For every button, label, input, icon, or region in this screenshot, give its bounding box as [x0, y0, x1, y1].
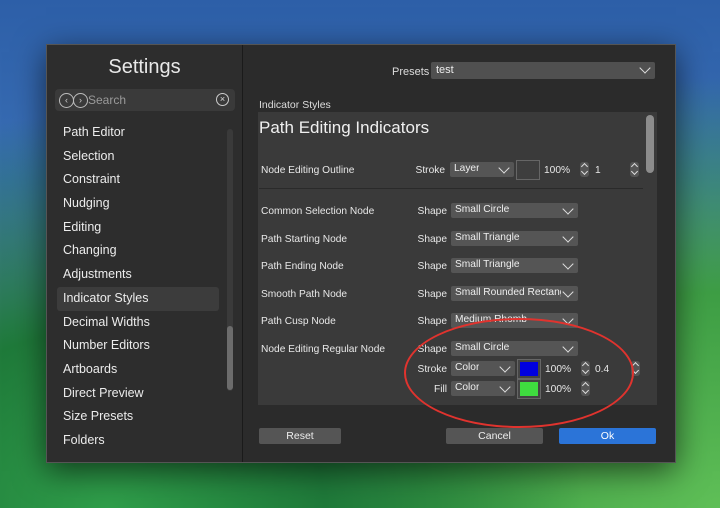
search-placeholder: Search — [88, 93, 127, 107]
cancel-button[interactable]: Cancel — [446, 428, 543, 444]
end-shape-label: Shape — [417, 261, 447, 272]
clear-search-icon[interactable]: × — [216, 93, 229, 106]
back-arrow-icon[interactable]: ‹ — [59, 93, 74, 108]
sidebar-item-path-editor[interactable]: Path Editor — [57, 121, 219, 145]
chevron-down-icon — [562, 231, 574, 243]
sidebar-item-editing[interactable]: Editing — [57, 216, 219, 240]
outline-stroke-label: Stroke — [415, 165, 445, 176]
sidebar-scroll-thumb[interactable] — [227, 326, 233, 390]
sidebar-item-decimal-widths[interactable]: Decimal Widths — [57, 311, 219, 335]
outline-opacity-stepper[interactable] — [580, 162, 589, 177]
presets-dropdown[interactable]: test — [431, 62, 655, 79]
common-shape-value: Small Circle — [455, 204, 510, 215]
common-shape-label: Shape — [417, 206, 447, 217]
sidebar-item-folders[interactable]: Folders — [57, 429, 219, 453]
panel-scrollbar[interactable] — [646, 115, 654, 173]
row-label-regular: Node Editing Regular Node — [261, 344, 386, 355]
chevron-down-icon — [498, 162, 510, 174]
sidebar-item-indicator-styles[interactable]: Indicator Styles — [57, 286, 219, 311]
sidebar-item-size-presets[interactable]: Size Presets — [57, 405, 219, 429]
ok-button[interactable]: Ok — [559, 428, 656, 444]
reset-button[interactable]: Reset — [259, 428, 341, 444]
sidebar-item-changing[interactable]: Changing — [57, 239, 219, 263]
row-label-outline: Node Editing Outline — [261, 165, 355, 176]
smooth-shape-value: Small Rounded Rectangle — [455, 287, 561, 298]
row-label-end: Path Ending Node — [261, 261, 344, 272]
chevron-down-icon — [562, 258, 574, 270]
sidebar-item-direct-preview[interactable]: Direct Preview — [57, 382, 219, 406]
outline-width-stepper[interactable] — [630, 162, 639, 177]
smooth-shape-dropdown[interactable]: Small Rounded Rectangle — [451, 286, 578, 301]
sidebar-title: Settings — [108, 56, 181, 78]
presets-label: Presets — [392, 66, 430, 78]
sidebar-item-number-editors[interactable]: Number Editors — [57, 334, 219, 358]
row-label-common: Common Selection Node — [261, 206, 375, 217]
outline-stroke-value: Layer — [454, 163, 480, 174]
presets-value: test — [436, 64, 454, 76]
outline-color-swatch[interactable] — [516, 160, 540, 180]
category-list: Path Editor Selection Constraint Nudging… — [57, 121, 219, 457]
smooth-shape-label: Shape — [417, 289, 447, 300]
chevron-down-icon — [562, 203, 574, 215]
sidebar-item-adjustments[interactable]: Adjustments — [57, 263, 219, 287]
cusp-shape-label: Shape — [417, 316, 447, 327]
chevron-down-icon — [639, 62, 651, 74]
common-shape-dropdown[interactable]: Small Circle — [451, 203, 578, 218]
sidebar-scrollbar[interactable] — [227, 129, 233, 391]
end-shape-value: Small Triangle — [455, 259, 520, 270]
sidebar-item-constraint[interactable]: Constraint — [57, 168, 219, 192]
panel-title: Path Editing Indicators — [259, 118, 430, 137]
outline-opacity: 100% — [544, 165, 571, 176]
end-shape-dropdown[interactable]: Small Triangle — [451, 258, 578, 273]
sidebar: Settings ‹ › Search × Path Editor Select… — [47, 45, 243, 462]
start-shape-value: Small Triangle — [455, 232, 520, 243]
divider — [259, 188, 643, 189]
row-label-cusp: Path Cusp Node — [261, 316, 336, 327]
chevron-down-icon — [562, 286, 574, 298]
sidebar-item-nudging[interactable]: Nudging — [57, 192, 219, 216]
search-field[interactable]: ‹ › Search × — [55, 89, 235, 111]
sidebar-item-selection[interactable]: Selection — [57, 145, 219, 169]
start-shape-label: Shape — [417, 234, 447, 245]
sidebar-item-artboards[interactable]: Artboards — [57, 358, 219, 382]
row-label-smooth: Smooth Path Node — [261, 289, 348, 300]
section-label: Indicator Styles — [259, 99, 331, 111]
highlight-ellipse — [404, 318, 634, 428]
forward-arrow-icon[interactable]: › — [73, 93, 88, 108]
row-label-start: Path Starting Node — [261, 234, 348, 245]
outline-stroke-dropdown[interactable]: Layer — [450, 162, 514, 177]
outline-width-value[interactable]: 1 — [595, 165, 601, 176]
start-shape-dropdown[interactable]: Small Triangle — [451, 231, 578, 246]
